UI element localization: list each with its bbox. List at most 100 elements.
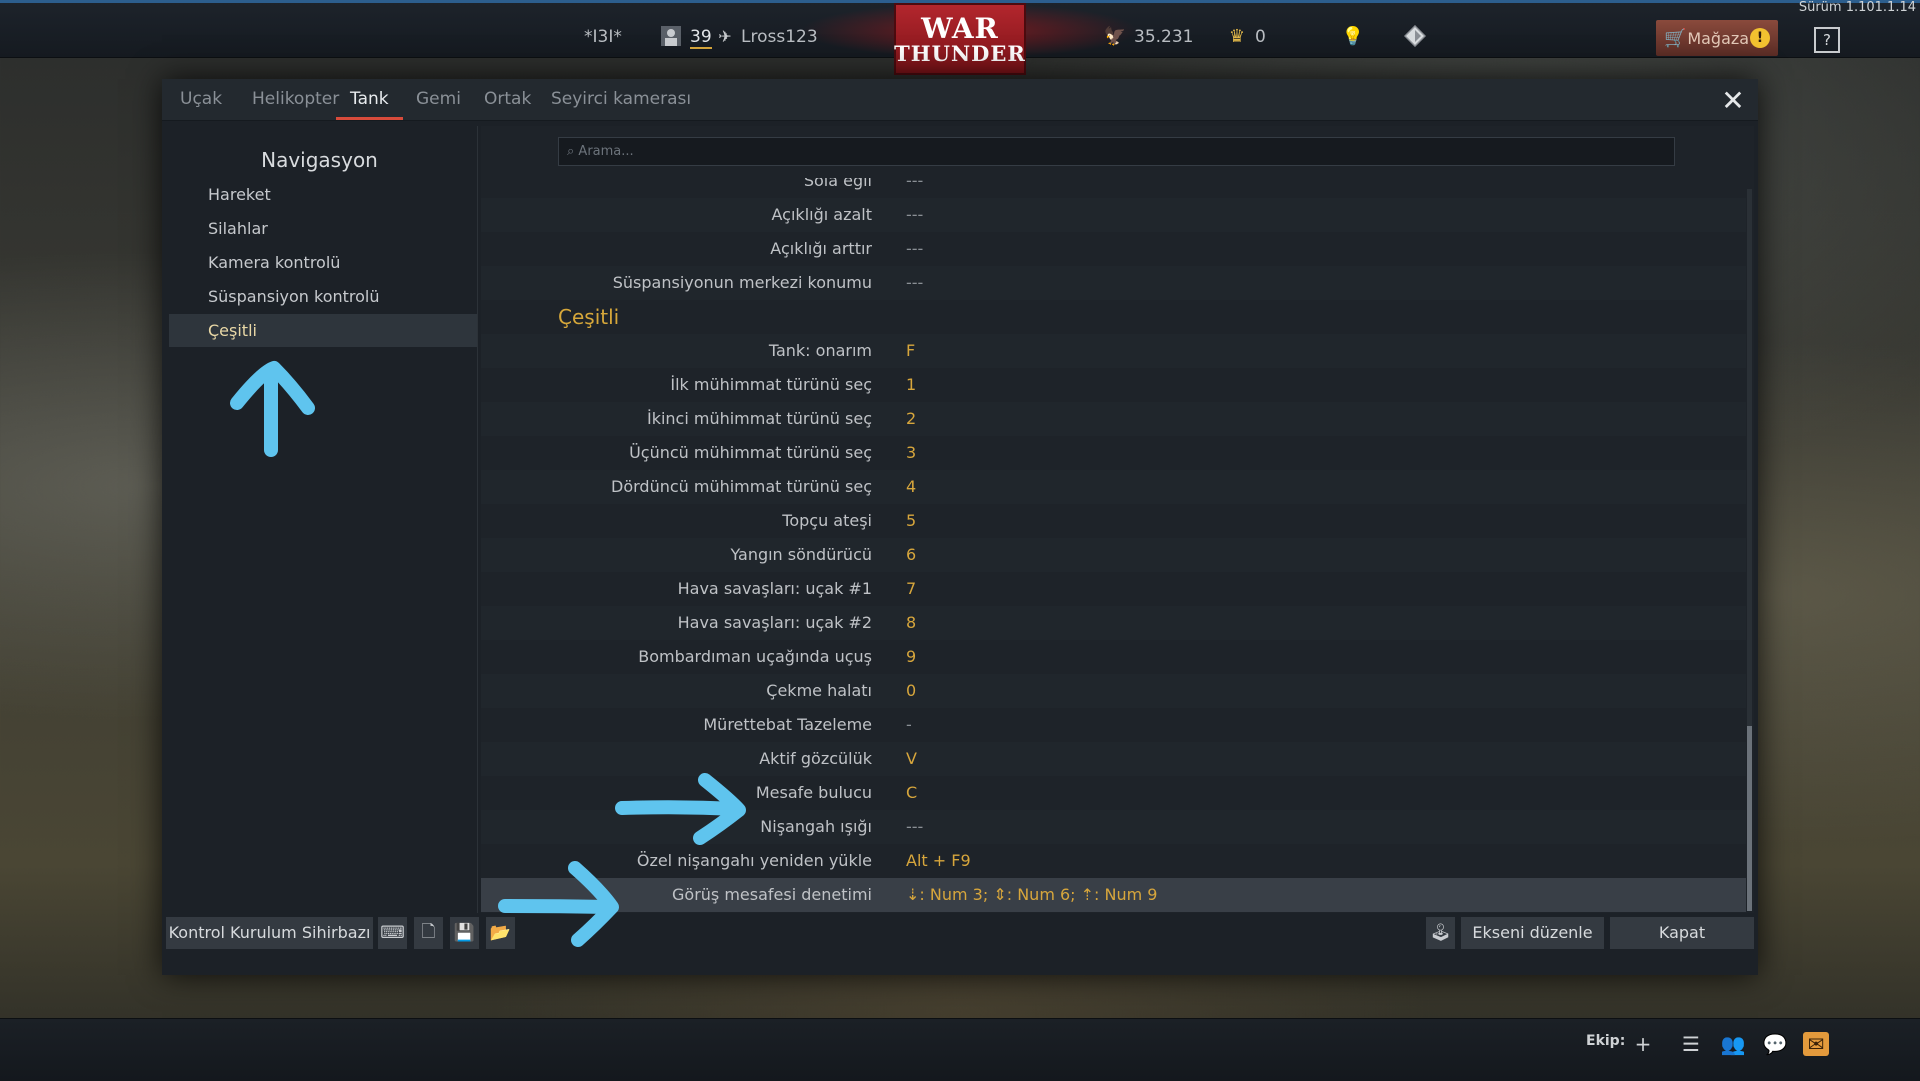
binding-row[interactable]: Süspansiyonun merkezi konumu --- (481, 266, 1746, 300)
navigation-title: Navigasyon (261, 148, 378, 172)
binding-row[interactable]: Görüş mesafesi denetimi ⇣: Num 3; ⇕: Num … (481, 878, 1746, 912)
binding-row[interactable]: İkinci mühimmat türünü seç 2 (481, 402, 1746, 436)
binding-key-value[interactable]: 4 (906, 470, 916, 504)
add-squad-member-icon[interactable]: + (1630, 1032, 1656, 1056)
binding-action-label: İlk mühimmat türünü seç (670, 375, 872, 394)
binding-row[interactable]: Üçüncü mühimmat türünü seç 3 (481, 436, 1746, 470)
silver-lions-icon: 🦅 (1103, 25, 1127, 47)
tab-spectator-camera[interactable]: Seyirci kamerası (537, 88, 705, 120)
binding-key-value[interactable]: 8 (906, 606, 916, 640)
binding-action-label: Süspansiyonun merkezi konumu (612, 273, 872, 292)
warning-icon: ! (1749, 28, 1770, 48)
help-button[interactable]: ? (1814, 27, 1840, 53)
store-button[interactable]: 🛒 Mağaza ! (1656, 20, 1778, 56)
golden-eagles-icon: ♛ (1228, 25, 1246, 47)
binding-key-value[interactable]: --- (906, 810, 923, 844)
binding-key-value[interactable]: 3 (906, 436, 916, 470)
golden-eagles-value: 0 (1255, 27, 1266, 47)
rank-icon: ✈ (718, 26, 732, 46)
binding-action-label: Hava savaşları: uçak #2 (677, 613, 872, 632)
binding-key-value[interactable]: 9 (906, 640, 916, 674)
binding-row[interactable]: Sola eğil --- (481, 178, 1746, 198)
binding-row[interactable]: Açıklığı azalt --- (481, 198, 1746, 232)
binding-action-label: Görüş mesafesi denetimi (672, 885, 872, 904)
squad-tag[interactable]: *I3I* (584, 27, 622, 47)
search-input[interactable]: ⌕ Arama... (558, 137, 1675, 166)
binding-row[interactable]: Açıklığı arttır --- (481, 232, 1746, 266)
binding-key-value[interactable]: --- (906, 232, 923, 266)
binding-key-value[interactable]: --- (906, 198, 923, 232)
cart-icon: 🛒 (1664, 27, 1687, 49)
close-button[interactable]: Kapat (1610, 917, 1754, 949)
save-icon[interactable]: 💾 (450, 917, 479, 949)
binding-row[interactable]: Dördüncü mühimmat türünü seç 4 (481, 470, 1746, 504)
friends-icon[interactable]: 👥 (1720, 1032, 1746, 1056)
navigation-sidebar: Navigasyon Hareket Silahlar Kamera kontr… (162, 126, 478, 913)
username[interactable]: Lross123 (741, 27, 818, 47)
binding-key-value[interactable]: F (906, 334, 915, 368)
tab-ship[interactable]: Gemi (402, 88, 475, 120)
tab-aircraft[interactable]: Uçak (166, 88, 236, 120)
binding-action-label: Topçu ateşi (782, 511, 872, 530)
binding-key-value[interactable]: 7 (906, 572, 916, 606)
mail-icon[interactable]: ✉ (1803, 1032, 1829, 1056)
binding-key-value[interactable]: - (906, 708, 912, 742)
player-level: 39 (690, 27, 712, 49)
binding-row[interactable]: Tank: onarım F (481, 334, 1746, 368)
war-thunder-logo[interactable]: WAR THUNDER (894, 3, 1026, 75)
binding-row[interactable]: Hava savaşları: uçak #2 8 (481, 606, 1746, 640)
binding-row[interactable]: Hava savaşları: uçak #1 7 (481, 572, 1746, 606)
top-bar: Sürüm 1.101.1.14 *I3I* 39 ✈ Lross123 WAR… (0, 0, 1920, 75)
player-avatar-icon[interactable] (658, 23, 684, 49)
binding-row[interactable]: Özel nişangahı yeniden yükle Alt + F9 (481, 844, 1746, 878)
scrollbar-thumb[interactable] (1747, 726, 1752, 911)
nav-item-movement[interactable]: Hareket (169, 178, 477, 211)
binding-action-label: Hava savaşları: uçak #1 (677, 579, 872, 598)
binding-key-value[interactable]: --- (906, 178, 923, 198)
binding-key-value[interactable]: Alt + F9 (906, 844, 971, 878)
bindings-panel: ⌕ Arama... Sola eğil --- Açıklığı azalt ---… (481, 126, 1754, 913)
binding-row[interactable]: Yangın söndürücü 6 (481, 538, 1746, 572)
chat-icon[interactable]: 💬 (1762, 1032, 1788, 1056)
binding-row[interactable]: Aktif gözcülük V (481, 742, 1746, 776)
controls-window: Uçak Helikopter Tank Gemi Ortak Seyirci … (162, 79, 1758, 975)
binding-row[interactable]: Mürettebat Tazeleme - (481, 708, 1746, 742)
binding-row[interactable]: İlk mühimmat türünü seç 1 (481, 368, 1746, 402)
binding-key-value[interactable]: 6 (906, 538, 916, 572)
binding-action-label: Bombardıman uçağında uçuş (638, 647, 872, 666)
binding-row[interactable]: Mesafe bulucu C (481, 776, 1746, 810)
binding-key-value[interactable]: ⇣: Num 3; ⇕: Num 6; ⇡: Num 9 (906, 878, 1157, 912)
close-icon[interactable]: ✕ (1718, 84, 1748, 117)
nav-item-camera-control[interactable]: Kamera kontrolü (169, 246, 477, 279)
binding-key-value[interactable]: 1 (906, 368, 916, 402)
list-icon[interactable]: ☰ (1678, 1032, 1704, 1056)
binding-row[interactable]: Topçu ateşi 5 (481, 504, 1746, 538)
nav-item-weapons[interactable]: Silahlar (169, 212, 477, 245)
binding-key-value[interactable]: --- (906, 266, 923, 300)
setup-wizard-button[interactable]: Kontrol Kurulum Sihirbazı (166, 917, 373, 949)
logo-text-thunder: THUNDER (894, 40, 1026, 66)
binding-row[interactable]: Bombardıman uçağında uçuş 9 (481, 640, 1746, 674)
diamond-icon[interactable] (1402, 23, 1428, 49)
reset-keyboard-icon[interactable]: ⌨ (378, 917, 407, 949)
joystick-settings-icon[interactable]: 🕹 (1426, 917, 1455, 949)
tab-tank[interactable]: Tank (336, 88, 403, 120)
binding-action-label: İkinci mühimmat türünü seç (646, 409, 872, 428)
binding-action-label: Mürettebat Tazeleme (703, 715, 872, 734)
binding-key-value[interactable]: 2 (906, 402, 916, 436)
binding-row[interactable]: Çekme halatı 0 (481, 674, 1746, 708)
bindings-list: Sola eğil --- Açıklığı azalt --- Açıklığı ar… (481, 178, 1746, 913)
edit-axis-button[interactable]: Ekseni düzenle (1461, 917, 1604, 949)
binding-key-value[interactable]: 0 (906, 674, 916, 708)
new-file-icon[interactable]: 🗋 (414, 917, 443, 949)
tab-common[interactable]: Ortak (470, 88, 545, 120)
nav-item-miscellaneous[interactable]: Çeşitli (169, 314, 477, 347)
binding-key-value[interactable]: 5 (906, 504, 916, 538)
lightbulb-icon[interactable]: 💡 (1340, 23, 1366, 49)
binding-key-value[interactable]: V (906, 742, 917, 776)
binding-row[interactable]: Nişangah ışığı --- (481, 810, 1746, 844)
version-label: Sürüm 1.101.1.14 (1798, 0, 1916, 15)
binding-key-value[interactable]: C (906, 776, 917, 810)
open-folder-icon[interactable]: 📂 (486, 917, 515, 949)
nav-item-suspension-control[interactable]: Süspansiyon kontrolü (169, 280, 477, 313)
